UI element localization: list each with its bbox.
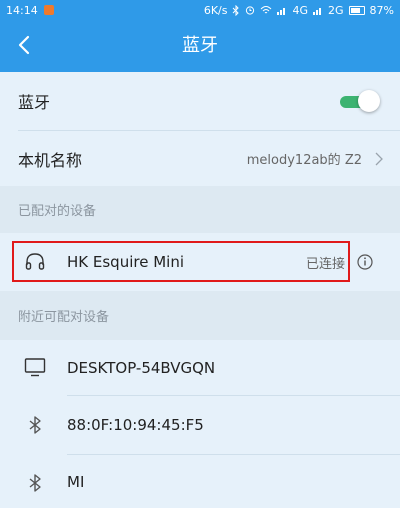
info-icon[interactable] bbox=[357, 254, 373, 270]
app-notification-icon bbox=[43, 5, 54, 15]
monitor-icon bbox=[24, 358, 46, 377]
nearby-device-name: MI bbox=[67, 472, 85, 491]
battery-icon bbox=[348, 5, 365, 15]
device-name-value: melody12ab的 Z2 bbox=[246, 153, 362, 168]
wifi-icon bbox=[261, 6, 272, 14]
paired-devices-title: 已配对的设备 bbox=[18, 204, 97, 219]
paired-device-row[interactable]: HK Esquire Mini 已连接 bbox=[0, 233, 400, 291]
nearby-device-row[interactable]: MI bbox=[0, 455, 400, 508]
nearby-devices-title: 附近可配对设备 bbox=[18, 310, 110, 325]
network-2g-label: 2G bbox=[328, 3, 344, 17]
nearby-device-name: DESKTOP-54BVGQN bbox=[67, 358, 216, 377]
connection-status: 已连接 bbox=[305, 256, 345, 272]
app-bar: 蓝牙 bbox=[0, 20, 400, 72]
alarm-icon bbox=[246, 6, 255, 15]
paired-device-name: HK Esquire Mini bbox=[67, 253, 184, 271]
status-time: 14:14 bbox=[6, 3, 38, 17]
network-speed: 6K/s bbox=[203, 3, 228, 17]
bluetooth-icon bbox=[29, 416, 41, 434]
nearby-device-row[interactable]: 88:0F:10:94:45:F5 bbox=[0, 396, 400, 454]
signal-icon bbox=[313, 7, 322, 15]
bluetooth-status-icon bbox=[233, 4, 240, 16]
nearby-devices-header: 附近可配对设备 bbox=[0, 291, 400, 340]
device-name-row[interactable]: 本机名称 melody12ab的 Z2 bbox=[0, 131, 400, 186]
nearby-device-name: 88:0F:10:94:45:F5 bbox=[67, 416, 204, 434]
page-title: 蓝牙 bbox=[182, 35, 218, 56]
nearby-device-row[interactable]: DESKTOP-54BVGQN bbox=[0, 340, 400, 395]
battery-level: 87% bbox=[369, 3, 394, 17]
signal-icon bbox=[277, 7, 286, 15]
device-name-label: 本机名称 bbox=[18, 150, 83, 170]
bluetooth-icon bbox=[29, 474, 41, 492]
chevron-right-icon bbox=[375, 152, 383, 165]
bluetooth-toggle-row[interactable]: 蓝牙 bbox=[0, 72, 400, 130]
network-4g-label: 4G bbox=[292, 3, 309, 17]
bluetooth-label: 蓝牙 bbox=[18, 93, 51, 112]
headphones-icon bbox=[25, 253, 45, 270]
status-bar: 14:14 6K/s 4G 2G 87% bbox=[0, 0, 400, 20]
toggle-knob bbox=[358, 90, 380, 112]
paired-devices-header: 已配对的设备 bbox=[0, 186, 400, 233]
status-indicators: 6K/s 4G 2G 87% bbox=[204, 4, 394, 17]
bluetooth-toggle[interactable] bbox=[340, 90, 380, 112]
